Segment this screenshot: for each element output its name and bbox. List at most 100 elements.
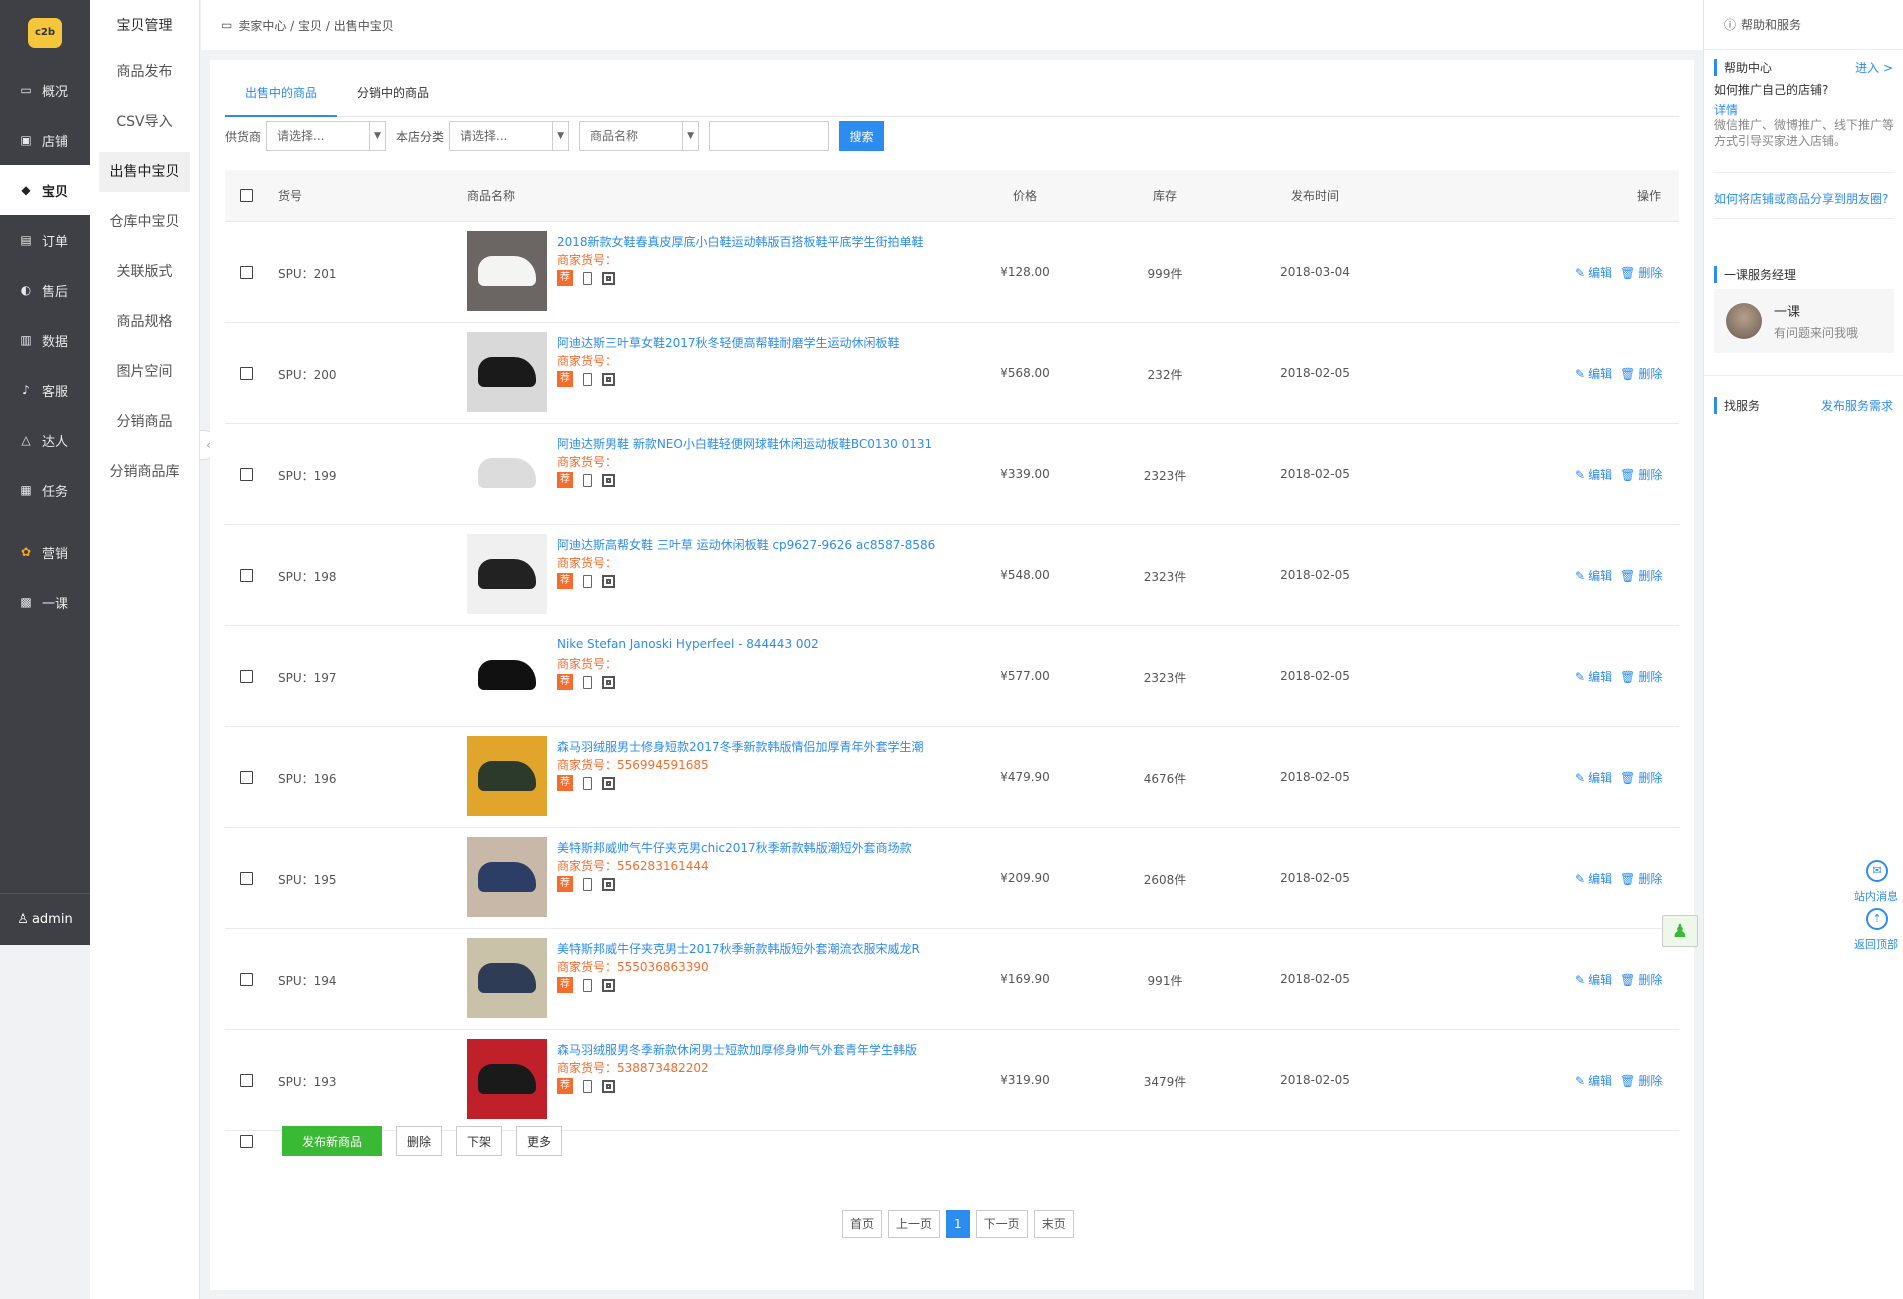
edit-button[interactable]: ✎ 编辑 [1575, 365, 1612, 382]
subnav-item-onsale[interactable]: 出售中宝贝 [99, 152, 190, 192]
qrcode-icon[interactable] [602, 473, 615, 487]
edit-button[interactable]: ✎ 编辑 [1575, 870, 1612, 887]
row-checkbox[interactable] [240, 266, 253, 279]
nav-item-data[interactable]: ▥ 数据 [0, 315, 90, 365]
edit-button[interactable]: ✎ 编辑 [1575, 769, 1612, 786]
product-thumbnail[interactable] [467, 736, 547, 816]
subnav-item-images[interactable]: 图片空间 [99, 352, 190, 392]
more-button[interactable]: 更多 [516, 1126, 563, 1156]
subnav-item-distribution[interactable]: 分销商品 [99, 402, 190, 442]
qrcode-icon[interactable] [602, 675, 615, 689]
product-name-link[interactable]: Nike Stefan Janoski Hyperfeel - 844443 0… [557, 637, 819, 651]
recommend-tag[interactable]: 荐 [557, 573, 573, 589]
edit-button[interactable]: ✎ 编辑 [1575, 668, 1612, 685]
user-menu[interactable]: ♙ admin [0, 893, 90, 945]
keyword-input[interactable] [709, 121, 830, 151]
row-checkbox[interactable] [240, 771, 253, 784]
delete-button[interactable]: 🗑 删除 [1620, 264, 1662, 281]
search-button[interactable]: 搜索 [839, 121, 885, 151]
mail-icon[interactable]: ✉ [1866, 860, 1888, 882]
nav-item-overview[interactable]: ▭ 概况 [0, 65, 90, 115]
mobile-icon[interactable] [583, 1079, 592, 1093]
delete-button[interactable]: 🗑 删除 [1620, 971, 1662, 988]
product-name-link[interactable]: 阿迪达斯男鞋 新款NEO小白鞋轻便网球鞋休闲运动板鞋BC0130 0131 [557, 435, 932, 452]
edit-button[interactable]: ✎ 编辑 [1575, 1072, 1612, 1089]
edit-button[interactable]: ✎ 编辑 [1575, 264, 1612, 281]
recommend-tag[interactable]: 荐 [557, 977, 573, 993]
nav-item-shop[interactable]: ▣ 店铺 [0, 115, 90, 165]
qrcode-icon[interactable] [602, 271, 615, 285]
subnav-item-distribution-lib[interactable]: 分销商品库 [99, 452, 190, 492]
product-name-link[interactable]: 美特斯邦威帅气牛仔夹克男chic2017秋季新款韩版潮短外套商场款 [557, 839, 912, 856]
row-checkbox[interactable] [240, 367, 253, 380]
qrcode-icon[interactable] [602, 978, 615, 992]
mobile-icon[interactable] [583, 675, 592, 689]
nav-item-aftersale[interactable]: ◐ 售后 [0, 265, 90, 315]
product-thumbnail[interactable] [467, 231, 547, 311]
mobile-icon[interactable] [583, 776, 592, 790]
tab-onsale[interactable]: 出售中的商品 [225, 70, 338, 117]
recommend-tag[interactable]: 荐 [557, 1078, 573, 1094]
page-last[interactable]: 末页 [1033, 1210, 1074, 1238]
nav-item-talent[interactable]: △ 达人 [0, 415, 90, 465]
mobile-icon[interactable] [583, 271, 592, 285]
delete-button[interactable]: 🗑 删除 [1620, 567, 1662, 584]
delete-button[interactable]: 🗑 删除 [1620, 769, 1662, 786]
post-request-link[interactable]: 发布服务需求 [1821, 397, 1893, 414]
subnav-item-layout[interactable]: 关联版式 [99, 252, 190, 292]
nav-item-service[interactable]: ♪ 客服 [0, 365, 90, 415]
product-thumbnail[interactable] [467, 1039, 547, 1119]
subnav-item-csv[interactable]: CSV导入 [99, 102, 190, 142]
nav-item-lesson[interactable]: ▩ 一课 [0, 577, 90, 627]
edit-button[interactable]: ✎ 编辑 [1575, 466, 1612, 483]
nav-item-orders[interactable]: ▤ 订单 [0, 215, 90, 265]
page-first[interactable]: 首页 [842, 1210, 883, 1238]
qrcode-icon[interactable] [602, 574, 615, 588]
nav-item-marketing[interactable]: ✿ 营销 [0, 527, 90, 577]
nav-item-products[interactable]: ◆ 宝贝 [0, 165, 90, 215]
page-current[interactable]: 1 [946, 1210, 970, 1238]
product-thumbnail[interactable] [467, 534, 547, 614]
nav-item-tasks[interactable]: ▦ 任务 [0, 465, 90, 515]
recommend-tag[interactable]: 荐 [557, 270, 573, 286]
edit-button[interactable]: ✎ 编辑 [1575, 971, 1612, 988]
back-top-link[interactable]: 返回顶部 [1854, 936, 1898, 952]
mobile-icon[interactable] [583, 372, 592, 386]
recommend-tag[interactable]: 荐 [557, 876, 573, 892]
row-checkbox[interactable] [240, 468, 253, 481]
select-all-checkbox[interactable] [240, 189, 253, 202]
detail-link[interactable]: 详情 [1714, 101, 1738, 118]
recommend-tag[interactable]: 荐 [557, 775, 573, 791]
subnav-item-spec[interactable]: 商品规格 [99, 302, 190, 342]
help-enter-link[interactable]: 进入 > [1855, 59, 1893, 76]
customer-service-button[interactable]: ♟ [1662, 915, 1698, 947]
message-link[interactable]: 站内消息 [1854, 888, 1898, 904]
delete-button[interactable]: 🗑 删除 [1620, 668, 1662, 685]
product-name-link[interactable]: 森马羽绒服男冬季新款休闲男士短款加厚修身帅气外套青年学生韩版 [557, 1041, 917, 1058]
page-next[interactable]: 下一页 [975, 1210, 1028, 1238]
mobile-icon[interactable] [583, 978, 592, 992]
supplier-select[interactable]: 请选择... ▼ [266, 121, 387, 151]
product-name-link[interactable]: 2018新款女鞋春真皮厚底小白鞋运动韩版百搭板鞋平底学生街拍单鞋 [557, 233, 924, 250]
row-checkbox[interactable] [240, 1074, 253, 1087]
delete-button[interactable]: 🗑 删除 [1620, 870, 1662, 887]
page-prev[interactable]: 上一页 [888, 1210, 941, 1238]
mobile-icon[interactable] [583, 877, 592, 891]
product-thumbnail[interactable] [467, 635, 547, 715]
mobile-icon[interactable] [583, 574, 592, 588]
subnav-item-warehouse[interactable]: 仓库中宝贝 [99, 202, 190, 242]
delete-button[interactable]: 🗑 删除 [1620, 466, 1662, 483]
product-name-link[interactable]: 森马羽绒服男士修身短款2017冬季新款韩版情侣加厚青年外套学生潮 [557, 738, 924, 755]
product-thumbnail[interactable] [467, 332, 547, 412]
logo[interactable]: c2b [0, 0, 90, 65]
publish-button[interactable]: 发布新商品 [282, 1126, 382, 1156]
row-checkbox[interactable] [240, 973, 253, 986]
product-name-link[interactable]: 美特斯邦威牛仔夹克男士2017秋季新款韩版短外套潮流衣服宋威龙R [557, 940, 920, 957]
row-checkbox[interactable] [240, 872, 253, 885]
category-select[interactable]: 请选择... ▼ [449, 121, 570, 151]
offshelf-button[interactable]: 下架 [456, 1126, 503, 1156]
row-checkbox[interactable] [240, 670, 253, 683]
recommend-tag[interactable]: 荐 [557, 472, 573, 488]
mobile-icon[interactable] [583, 473, 592, 487]
product-name-link[interactable]: 阿迪达斯高帮女鞋 三叶草 运动休闲板鞋 cp9627-9626 ac8587-8… [557, 536, 935, 553]
